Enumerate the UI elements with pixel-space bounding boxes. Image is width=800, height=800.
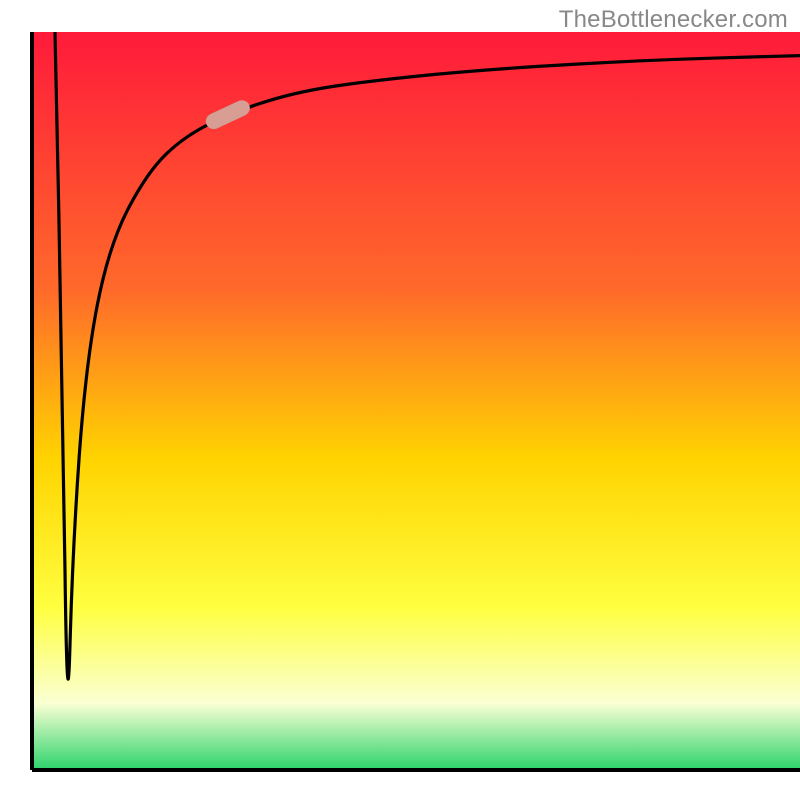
chart-container: TheBottlenecker.com [0,0,800,800]
gradient-background [32,32,800,770]
plot-area [32,32,800,770]
chart-svg [0,0,800,800]
